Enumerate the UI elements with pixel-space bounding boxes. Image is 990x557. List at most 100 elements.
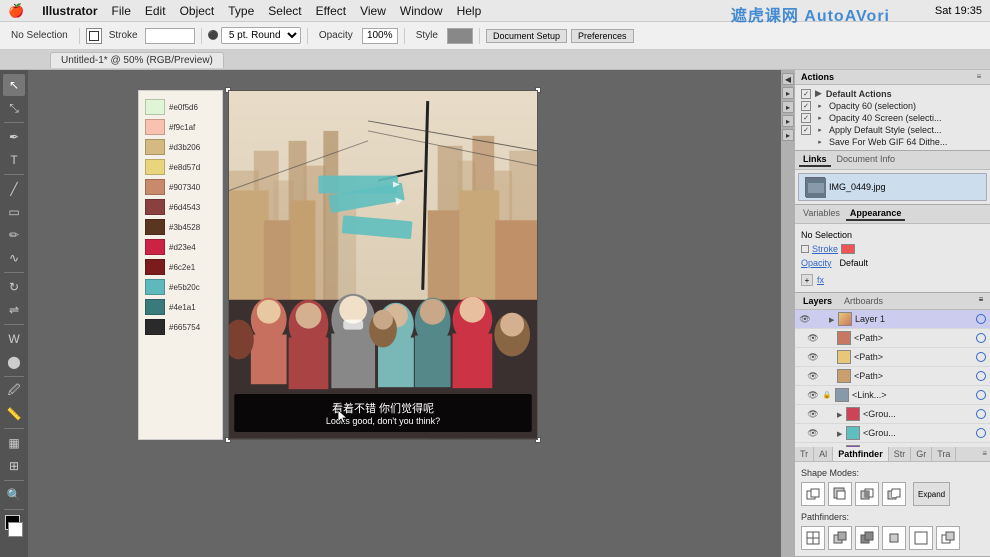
tool-width[interactable]: W <box>3 328 25 350</box>
merge-btn[interactable] <box>855 526 879 550</box>
minus-back-btn[interactable] <box>936 526 960 550</box>
tool-type[interactable]: T <box>3 149 25 171</box>
menu-file[interactable]: File <box>112 4 131 18</box>
fx-label[interactable]: fx <box>817 275 824 285</box>
layer-group-2[interactable]: 👁 ▶ <Grou... <box>795 424 990 443</box>
strip-btn-2[interactable]: ▸ <box>782 87 794 99</box>
menu-view[interactable]: View <box>360 4 386 18</box>
links-item-1[interactable]: IMG_0449.jpg <box>798 173 987 201</box>
fx-row[interactable]: + fx <box>801 272 984 288</box>
apple-menu[interactable]: 🍎 <box>8 3 24 19</box>
pf-tab-tr[interactable]: Tr <box>795 447 814 461</box>
trim-btn[interactable] <box>828 526 852 550</box>
background-color[interactable] <box>8 522 23 537</box>
tool-zoom[interactable]: 🔍 <box>3 484 25 506</box>
pf-tab-str[interactable]: Str <box>889 447 912 461</box>
tool-measure[interactable]: 📏 <box>3 403 25 425</box>
crop-btn[interactable] <box>882 526 906 550</box>
menu-select[interactable]: Select <box>268 4 301 18</box>
path-1-circle[interactable] <box>976 333 986 343</box>
artboards-tab[interactable]: Artboards <box>840 295 887 307</box>
layer-path-3[interactable]: 👁 <Path> <box>795 367 990 386</box>
stroke-swatch[interactable] <box>86 28 102 44</box>
brush-selector[interactable]: ⚫ 5 pt. Round <box>208 27 301 44</box>
actions-menu-btn[interactable]: ≡ <box>974 72 984 82</box>
intersect-btn[interactable] <box>855 482 879 506</box>
actions-folder[interactable]: ✓ ▶ Default Actions <box>795 87 990 100</box>
stroke-color-picker[interactable] <box>145 28 195 44</box>
outline-btn[interactable] <box>909 526 933 550</box>
path-3-vis[interactable]: 👁 <box>807 370 819 382</box>
tool-pencil[interactable]: ∿ <box>3 247 25 269</box>
tool-select[interactable]: ↖ <box>3 74 25 96</box>
link-vis[interactable]: 👁 <box>807 389 819 401</box>
unite-btn[interactable] <box>801 482 825 506</box>
stroke-toggle[interactable] <box>801 245 809 253</box>
style-swatch[interactable] <box>447 28 473 44</box>
layer-1-row[interactable]: 👁 ▶ Layer 1 <box>795 310 990 329</box>
color-swatch-12[interactable] <box>145 319 165 335</box>
color-swatch-2[interactable] <box>145 119 165 135</box>
action-item-2[interactable]: ✓ ▸ Opacity 40 Screen (selecti... <box>795 112 990 124</box>
document-tab[interactable]: Untitled-1* @ 50% (RGB/Preview) <box>50 52 224 68</box>
layer-1-circle[interactable] <box>976 314 986 324</box>
canvas-area[interactable]: #e0f5d6 #f9c1af #d3b206 #e8d57d #907340 … <box>28 70 781 557</box>
layer-path-2[interactable]: 👁 <Path> <box>795 348 990 367</box>
path-1-vis[interactable]: 👁 <box>807 332 819 344</box>
strip-btn-5[interactable]: ▸ <box>782 129 794 141</box>
color-swatch-4[interactable] <box>145 159 165 175</box>
group-1-vis[interactable]: 👁 <box>807 408 819 420</box>
opacity-appear-label[interactable]: Opacity <box>801 258 832 268</box>
layer-group-1[interactable]: 👁 ▶ <Grou... <box>795 405 990 424</box>
layers-tab[interactable]: Layers <box>799 295 836 307</box>
stroke-row[interactable]: Stroke <box>801 242 984 256</box>
path-3-circle[interactable] <box>976 371 986 381</box>
group-2-circle[interactable] <box>976 428 986 438</box>
strip-btn-3[interactable]: ▸ <box>782 101 794 113</box>
minus-front-btn[interactable] <box>828 482 852 506</box>
color-swatch-3[interactable] <box>145 139 165 155</box>
color-swatch-5[interactable] <box>145 179 165 195</box>
action-play-2[interactable]: ▸ <box>815 113 825 123</box>
action-play-3[interactable]: ▸ <box>815 125 825 135</box>
pf-tab-al[interactable]: Al <box>814 447 833 461</box>
tool-line[interactable]: ╱ <box>3 178 25 200</box>
color-swatch-11[interactable] <box>145 299 165 315</box>
color-swatch-1[interactable] <box>145 99 165 115</box>
menu-edit[interactable]: Edit <box>145 4 166 18</box>
actions-folder-arrow[interactable]: ▶ <box>815 88 822 99</box>
group-2-vis[interactable]: 👁 <box>807 427 819 439</box>
stroke-appear-color[interactable] <box>841 244 855 254</box>
layer-path-1[interactable]: 👁 <Path> <box>795 329 990 348</box>
divide-btn[interactable] <box>801 526 825 550</box>
layer-1-vis[interactable]: 👁 <box>799 313 811 325</box>
color-swatch-8[interactable] <box>145 239 165 255</box>
tool-reflect[interactable]: ⇌ <box>3 299 25 321</box>
color-swatch-9[interactable] <box>145 259 165 275</box>
pf-tab-gr[interactable]: Gr <box>911 447 932 461</box>
preferences-button[interactable]: Preferences <box>571 29 634 43</box>
tool-brush[interactable]: ✏ <box>3 224 25 246</box>
opacity-input[interactable] <box>362 28 398 44</box>
menu-type[interactable]: Type <box>228 4 254 18</box>
action-item-1[interactable]: ✓ ▸ Opacity 60 (selection) <box>795 100 990 112</box>
menu-help[interactable]: Help <box>457 4 482 18</box>
group-1-circle[interactable] <box>976 409 986 419</box>
strip-btn-1[interactable]: ◀ <box>782 73 794 85</box>
tool-pen[interactable]: ✒ <box>3 126 25 148</box>
link-circle[interactable] <box>976 390 986 400</box>
color-swatch-10[interactable] <box>145 279 165 295</box>
links-tab[interactable]: Links <box>799 153 831 167</box>
layer-link[interactable]: 👁 🔒 <Link...> <box>795 386 990 405</box>
group-1-expand[interactable]: ▶ <box>837 411 843 417</box>
exclude-btn[interactable] <box>882 482 906 506</box>
tool-rotate[interactable]: ↻ <box>3 276 25 298</box>
artwork-container[interactable]: 看着不错 你们觉得呢 Looks good, don't you think? <box>228 90 538 440</box>
tool-blend[interactable]: ⬤ <box>3 351 25 373</box>
color-swatch-7[interactable] <box>145 219 165 235</box>
color-swatch-6[interactable] <box>145 199 165 215</box>
menu-window[interactable]: Window <box>400 4 443 18</box>
tool-rect[interactable]: ▭ <box>3 201 25 223</box>
path-2-vis[interactable]: 👁 <box>807 351 819 363</box>
brush-select[interactable]: 5 pt. Round <box>221 27 301 44</box>
